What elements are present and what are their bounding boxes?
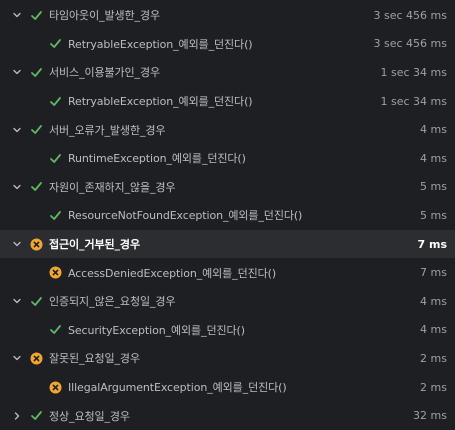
test-passed-check-icon: [30, 9, 43, 22]
test-passed-check-icon: [49, 95, 62, 108]
test-case-row[interactable]: SecurityException_예외를_던진다() 4 ms: [0, 316, 455, 345]
test-group-label: 자원이_존재하지_않을_경우: [49, 180, 176, 194]
test-case-row[interactable]: IllegalArgumentException_예외를_던진다() 2 ms: [0, 373, 455, 402]
chevron-down-icon[interactable]: [12, 296, 22, 306]
test-passed-check-icon: [30, 123, 43, 136]
test-group-row[interactable]: 자원이_존재하지_않을_경우 5 ms: [0, 173, 455, 202]
test-failed-icon: [30, 352, 43, 365]
test-passed-check-icon: [30, 409, 43, 422]
test-duration: 4 ms: [420, 323, 447, 337]
test-group-label: 접근이_거부된_경우: [49, 238, 140, 252]
test-case-label: SecurityException_예외를_던진다(): [68, 323, 245, 337]
test-duration: 5 ms: [420, 208, 447, 222]
test-case-row[interactable]: ResourceNotFoundException_예외를_던진다() 5 ms: [0, 201, 455, 230]
chevron-right-icon[interactable]: [12, 411, 22, 421]
test-passed-check-icon: [49, 152, 62, 165]
test-duration: 4 ms: [420, 294, 447, 308]
test-group-label: 잘못된_요청일_경우: [49, 352, 140, 366]
test-case-label: RuntimeException_예외를_던진다(): [68, 152, 246, 166]
test-case-label: RetryableException_예외를_던진다(): [68, 37, 253, 51]
test-group-label: 정상_요청일_경우: [49, 409, 130, 423]
test-group-label: 타임아웃이_발생한_경우: [49, 9, 160, 23]
test-failed-icon: [49, 266, 62, 279]
test-case-label: ResourceNotFoundException_예외를_던진다(): [68, 209, 303, 223]
test-passed-check-icon: [30, 66, 43, 79]
test-passed-check-icon: [49, 209, 62, 222]
test-group-row[interactable]: 잘못된_요청일_경우 2 ms: [0, 344, 455, 373]
test-duration: 3 sec 456 ms: [373, 37, 447, 51]
chevron-down-icon[interactable]: [12, 125, 22, 135]
test-case-row[interactable]: RetryableException_예외를_던진다() 1 sec 34 ms: [0, 87, 455, 116]
test-case-row[interactable]: AccessDeniedException_예외를_던진다() 7 ms: [0, 258, 455, 287]
test-duration: 32 ms: [413, 409, 447, 423]
test-passed-check-icon: [49, 323, 62, 336]
test-case-label: RetryableException_예외를_던진다(): [68, 95, 253, 109]
test-duration: 7 ms: [417, 237, 448, 251]
test-duration: 5 ms: [420, 180, 447, 194]
test-duration: 1 sec 34 ms: [380, 65, 447, 79]
test-group-row[interactable]: 타임아웃이_발생한_경우 3 sec 456 ms: [0, 1, 455, 30]
test-passed-check-icon: [30, 295, 43, 308]
test-case-label: IllegalArgumentException_예외를_던진다(): [68, 381, 287, 395]
test-group-label: 서비스_이용불가인_경우: [49, 66, 160, 80]
chevron-down-icon[interactable]: [12, 67, 22, 77]
test-group-row[interactable]: 접근이_거부된_경우 7 ms: [0, 229, 455, 259]
test-failed-icon: [30, 238, 43, 251]
test-group-row[interactable]: 서비스_이용불가인_경우 1 sec 34 ms: [0, 58, 455, 87]
test-case-row[interactable]: RetryableException_예외를_던진다() 3 sec 456 ms: [0, 30, 455, 59]
test-duration: 4 ms: [420, 151, 447, 165]
test-duration: 4 ms: [420, 123, 447, 137]
test-passed-check-icon: [30, 180, 43, 193]
chevron-down-icon[interactable]: [12, 353, 22, 363]
test-group-row[interactable]: 정상_요청일_경우 32 ms: [0, 401, 455, 430]
test-group-row[interactable]: 인증되지_않은_요청일_경우 4 ms: [0, 287, 455, 316]
chevron-down-icon[interactable]: [12, 10, 22, 20]
test-group-row[interactable]: 서버_오류가_발생한_경우 4 ms: [0, 115, 455, 144]
test-group-label: 인증되지_않은_요청일_경우: [49, 295, 176, 309]
test-group-label: 서버_오류가_발생한_경우: [49, 123, 166, 137]
test-duration: 2 ms: [420, 351, 447, 365]
test-duration: 7 ms: [420, 266, 447, 280]
test-results-tree: 타임아웃이_발생한_경우 3 sec 456 ms RetryableExcepti…: [0, 0, 455, 430]
test-passed-check-icon: [49, 37, 62, 50]
test-case-row[interactable]: RuntimeException_예외를_던진다() 4 ms: [0, 144, 455, 173]
test-duration: 1 sec 34 ms: [380, 94, 447, 108]
chevron-down-icon[interactable]: [12, 182, 22, 192]
chevron-down-icon[interactable]: [12, 239, 22, 249]
test-duration: 2 ms: [420, 380, 447, 394]
test-case-label: AccessDeniedException_예외를_던진다(): [68, 266, 277, 280]
test-duration: 3 sec 456 ms: [373, 8, 447, 22]
test-failed-icon: [49, 381, 62, 394]
